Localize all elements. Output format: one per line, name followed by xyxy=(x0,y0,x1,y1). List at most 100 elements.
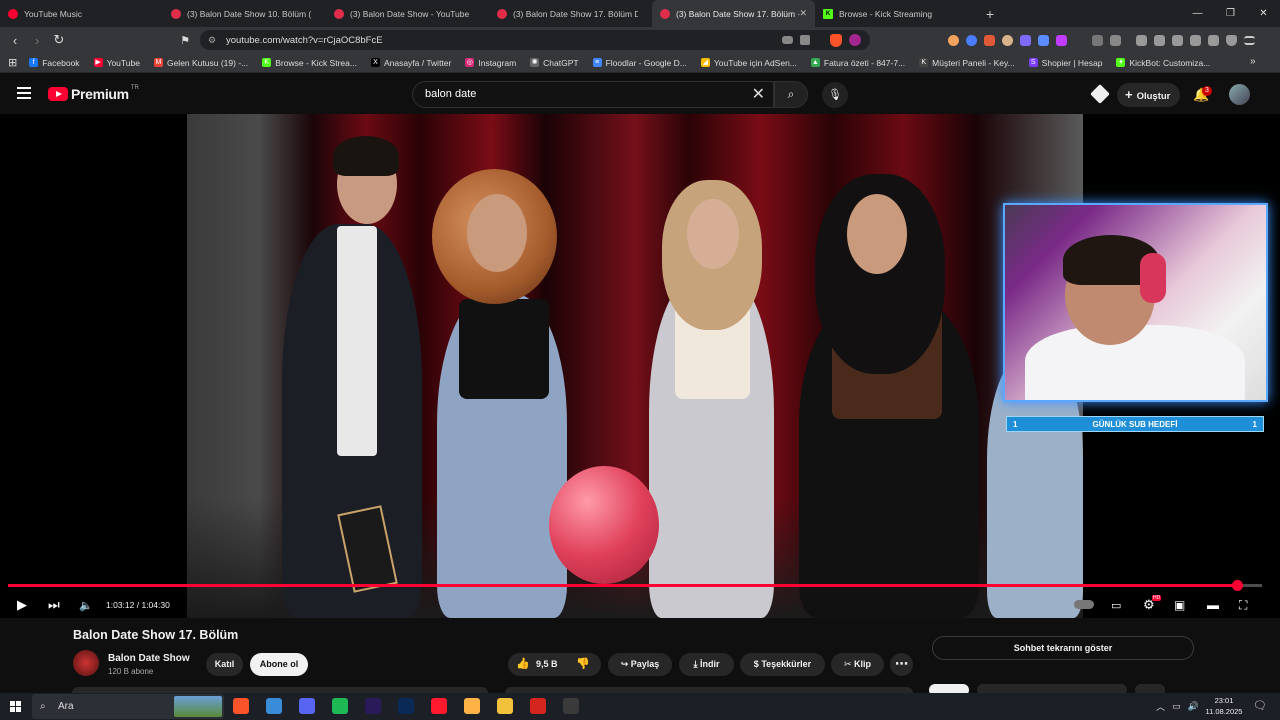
bookmark-item[interactable]: ≡ Floodlar - Google D... xyxy=(592,58,687,68)
taskbar-app-brave-icon[interactable] xyxy=(233,698,249,714)
search-input[interactable]: balon date ✕ xyxy=(412,81,774,108)
bookmark-item[interactable]: ▶ YouTube xyxy=(93,58,140,68)
taskbar-app-obs-icon[interactable] xyxy=(563,698,579,714)
clear-search-icon[interactable]: ✕ xyxy=(752,82,765,107)
hamburger-menu-icon[interactable] xyxy=(17,87,31,99)
bookmark-item[interactable]: X Anasayfa / Twitter xyxy=(370,58,451,68)
back-icon[interactable]: ‹ xyxy=(4,33,26,48)
leo-ai-icon[interactable] xyxy=(1208,34,1219,46)
brave-shield-icon[interactable] xyxy=(830,33,842,47)
minimize-icon[interactable]: — xyxy=(1181,0,1214,27)
download-button[interactable]: ⤓ İndir xyxy=(679,653,734,676)
cast-icon[interactable] xyxy=(782,36,793,44)
miniplayer-icon[interactable]: ▣ xyxy=(1174,598,1185,612)
extension-icon-7[interactable] xyxy=(1056,34,1067,46)
bookmark-item[interactable]: S Shopier | Hesap xyxy=(1028,58,1102,68)
reload-icon[interactable]: ↻ xyxy=(48,32,70,48)
like-icon[interactable]: 👍 xyxy=(516,657,530,670)
bookmark-item[interactable]: ✺ ChatGPT xyxy=(530,58,579,68)
taskbar-app-explorer-icon[interactable] xyxy=(497,698,513,714)
browser-tab[interactable]: (3) Balon Date Show 17. Bölüm · ✕ xyxy=(652,0,815,27)
bookmark-item[interactable]: K Müşteri Paneli - Key... xyxy=(919,58,1015,68)
tray-chevron-icon[interactable]: ︿ xyxy=(1156,700,1165,713)
restore-icon[interactable]: ❐ xyxy=(1214,0,1247,27)
media-icon[interactable] xyxy=(1136,34,1147,46)
more-actions-button[interactable]: ⋯ xyxy=(890,653,913,676)
sidebar-icon[interactable] xyxy=(1154,34,1165,46)
play-icon[interactable]: ▶ xyxy=(17,597,27,613)
close-tab-icon[interactable]: ✕ xyxy=(799,8,807,19)
video-progress-bar[interactable] xyxy=(8,580,1262,591)
extension-icon-3[interactable] xyxy=(984,34,995,46)
extension-icon-8[interactable] xyxy=(1074,34,1085,46)
next-video-icon[interactable]: ⏭ xyxy=(48,597,60,613)
browser-tab[interactable]: YouTube Music xyxy=(0,0,163,27)
channel-avatar[interactable] xyxy=(73,650,99,676)
dislike-icon[interactable]: 👎 xyxy=(576,657,590,670)
scrubber-handle[interactable] xyxy=(1231,580,1243,591)
taskbar-app-opera-icon[interactable] xyxy=(431,698,447,714)
url-field[interactable]: ⚙ youtube.com/watch?v=rCjaOC8bFcE xyxy=(200,30,870,50)
taskbar-app-photoshop-icon[interactable] xyxy=(398,698,414,714)
bookmark-item[interactable]: M Gelen Kutusu (19) -... xyxy=(153,58,248,68)
bookmark-item[interactable]: K Browse - Kick Strea... xyxy=(262,58,357,68)
youtube-premium-logo[interactable]: Premium TR xyxy=(48,85,139,102)
vpn-icon[interactable] xyxy=(1190,34,1201,46)
subscribe-button[interactable]: Abone ol xyxy=(250,653,308,676)
like-count[interactable]: 9,5 B xyxy=(536,659,558,669)
taskbar-app-photos-icon[interactable] xyxy=(464,698,480,714)
extension-icon-1[interactable] xyxy=(948,34,959,46)
apps-grid-icon[interactable]: ⊞ xyxy=(8,56,17,69)
menu-icon[interactable] xyxy=(1244,35,1255,45)
taskbar-app-discord-icon[interactable] xyxy=(299,698,315,714)
thanks-button[interactable]: $ Teşekkürler xyxy=(740,653,825,676)
network-icon[interactable]: ▭ xyxy=(1172,701,1181,712)
account-avatar[interactable] xyxy=(1229,84,1250,105)
taskbar-app-app-blue-icon[interactable] xyxy=(266,698,282,714)
browser-tab[interactable]: (3) Balon Date Show 10. Bölüm ( ATM xyxy=(163,0,326,27)
notification-center-icon[interactable]: 🗨 xyxy=(1253,699,1267,712)
theater-mode-icon[interactable]: ▬ xyxy=(1207,598,1219,612)
browser-tab[interactable]: (3) Balon Date Show 17. Bölüm Dateb xyxy=(489,0,652,27)
bookmark-item[interactable]: ◎ Instagram xyxy=(465,58,516,68)
taskbar-search[interactable]: ⌕ Ara xyxy=(32,694,224,719)
shield-icon[interactable] xyxy=(1226,34,1237,46)
close-window-icon[interactable]: ✕ xyxy=(1247,0,1280,27)
volume-icon[interactable]: 🔈 xyxy=(79,599,93,612)
captions-icon[interactable]: ▭ xyxy=(1111,599,1121,612)
voice-search-button[interactable]: 🎙 xyxy=(822,82,848,108)
video-player[interactable]: 1 GÜNLÜK SUB HEDEFİ 1 ▶ ⏭ 🔈 1:03:12 / 1:… xyxy=(0,114,1280,618)
extension-icon-4[interactable] xyxy=(1002,34,1013,46)
screenshot-icon[interactable] xyxy=(1110,34,1121,46)
bookmark-item[interactable]: ▲ Fatura özeti - 847-7... xyxy=(810,58,905,68)
bookmarks-overflow-icon[interactable]: » xyxy=(1250,56,1256,67)
extension-icon-5[interactable] xyxy=(1020,34,1031,46)
forward-icon[interactable]: › xyxy=(26,33,48,48)
taskbar-app-acrobat-icon[interactable] xyxy=(530,698,546,714)
taskbar-clock[interactable]: 23:01 11.08.2025 xyxy=(1204,695,1244,717)
autoplay-toggle[interactable] xyxy=(1074,600,1094,609)
new-tab-button[interactable]: + xyxy=(978,6,1002,22)
join-button[interactable]: Katıl xyxy=(206,653,243,676)
windows-start-icon[interactable] xyxy=(10,701,21,712)
share-button[interactable]: ↪ Paylaş xyxy=(608,653,672,676)
taskbar-app-spotify-icon[interactable] xyxy=(332,698,348,714)
site-info-icon[interactable]: ⚙ xyxy=(208,35,216,46)
create-button[interactable]: + Oluştur xyxy=(1117,83,1181,107)
taskbar-app-premiere-icon[interactable] xyxy=(365,698,381,714)
channel-name[interactable]: Balon Date Show xyxy=(108,653,190,664)
bookmark-item[interactable]: f Facebook xyxy=(29,58,80,68)
extensions-puzzle-icon[interactable] xyxy=(1092,34,1103,46)
browser-tab[interactable]: K Browse - Kick Streaming xyxy=(815,0,978,27)
show-chat-replay-button[interactable]: Sohbet tekrarını göster xyxy=(932,636,1194,660)
share-page-icon[interactable] xyxy=(800,35,810,45)
extension-icon-6[interactable] xyxy=(1038,34,1049,46)
brave-rewards-icon[interactable] xyxy=(849,34,861,46)
wallet-icon[interactable] xyxy=(1172,34,1183,46)
browser-tab[interactable]: (3) Balon Date Show - YouTube xyxy=(326,0,489,27)
bookmark-item[interactable]: ✦ KickBot: Customiza... xyxy=(1116,58,1210,68)
bookmark-page-icon[interactable]: ⚑ xyxy=(174,34,196,47)
clip-button[interactable]: ✂ Klip xyxy=(831,653,884,676)
fullscreen-icon[interactable]: ⛶ xyxy=(1239,598,1247,613)
bookmark-item[interactable]: ◢ YouTube için AdSen... xyxy=(700,58,797,68)
